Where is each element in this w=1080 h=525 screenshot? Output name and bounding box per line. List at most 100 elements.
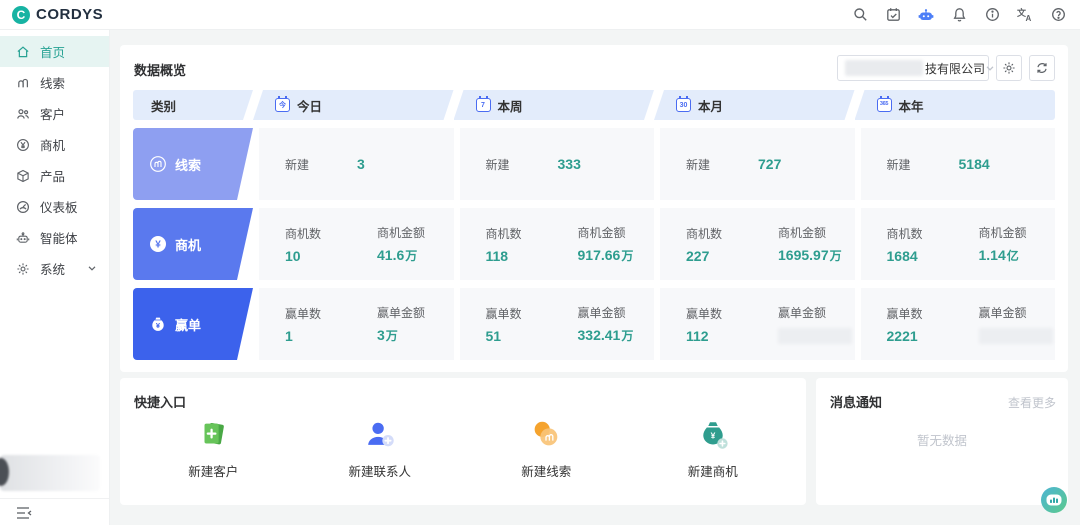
new-customer-icon [196, 418, 230, 452]
leads-row-icon [149, 155, 167, 173]
overview-controls: 技有限公司 [837, 55, 1055, 81]
svg-text:¥: ¥ [710, 430, 715, 440]
col-header-week: 7 本周 [454, 90, 655, 120]
sidebar-item-label: 商机 [40, 139, 66, 153]
svg-text:A: A [1026, 14, 1032, 22]
brand-logo-icon: C [12, 5, 30, 24]
ai-assistant-fab[interactable] [1040, 486, 1068, 514]
new-contact-icon [363, 418, 397, 452]
quick-entry-grid: 新建客户 新建联系人 新建线索 ¥ 新建商机 [130, 418, 796, 480]
sidebar-item-dashboard[interactable]: 仪表板 [0, 191, 109, 222]
company-select[interactable]: 技有限公司 [837, 55, 994, 81]
leads-icon [16, 76, 30, 90]
package-icon [16, 169, 30, 183]
redacted-value [978, 328, 1053, 345]
company-select-value: 技有限公司 [925, 61, 986, 76]
sidebar-item-label: 仪表板 [40, 201, 78, 215]
notification-bell-icon[interactable] [951, 7, 967, 23]
cell-opp-today: 商机数 10 商机金额 41.6万 [259, 208, 454, 280]
chevron-down-icon [87, 262, 97, 276]
chevron-down-icon [985, 61, 995, 76]
sidebar-item-label: 智能体 [40, 232, 78, 246]
sidebar-divider [0, 498, 109, 499]
info-icon[interactable] [984, 7, 1000, 23]
gauge-icon [16, 200, 30, 214]
cell-won-month: 赢单数 112 赢单金额 [660, 288, 855, 360]
quick-entry-label: 新建联系人 [348, 465, 411, 479]
quick-entry-card: 快捷入口 新建客户 新建联系人 新建线索 ¥ 新建商机 [120, 378, 806, 505]
notifications-card: 消息通知 查看更多 暂无数据 [816, 378, 1068, 505]
cell-leads-month: 新建 727 [660, 128, 855, 200]
sidebar-item-products[interactable]: 产品 [0, 160, 109, 191]
top-bar: C CORDYS 文A [0, 0, 1080, 30]
empty-state-text: 暂无数据 [916, 434, 967, 448]
sidebar-item-agent[interactable]: 智能体 [0, 222, 109, 253]
search-icon[interactable] [852, 7, 868, 23]
overview-title: 数据概览 [134, 63, 187, 78]
yen-circle-icon [16, 138, 30, 152]
col-header-month: 30 本月 [654, 90, 855, 120]
ai-robot-icon[interactable] [918, 7, 934, 23]
quick-new-customer[interactable]: 新建客户 [130, 418, 297, 480]
money-bag-icon: ¥ [149, 315, 167, 333]
sidebar-item-leads[interactable]: 线索 [0, 67, 109, 98]
quick-new-contact[interactable]: 新建联系人 [297, 418, 464, 480]
calendar-year-icon: 365 [876, 96, 892, 112]
calendar-schedule-icon[interactable] [885, 7, 901, 23]
quick-new-lead[interactable]: 新建线索 [463, 418, 630, 480]
sidebar-item-customers[interactable]: 客户 [0, 98, 109, 129]
cell-leads-today: 新建 3 [259, 128, 454, 200]
sidebar-item-label: 客户 [40, 108, 66, 122]
new-opportunity-icon: ¥ [696, 418, 730, 452]
topbar-icons: 文A [852, 7, 1066, 23]
redacted-company-prefix [845, 60, 923, 76]
col-header-today: 今 今日 [253, 90, 454, 120]
cell-leads-week: 新建 333 [459, 128, 654, 200]
help-icon[interactable] [1050, 7, 1066, 23]
cell-opp-week: 商机数 118 商机金额 917.66万 [459, 208, 654, 280]
sidebar-item-label: 首页 [40, 46, 66, 60]
sidebar-item-label: 产品 [40, 170, 66, 184]
brand-logo: C CORDYS [12, 5, 104, 24]
quick-entry-label: 新建商机 [687, 465, 738, 479]
quick-entry-label: 新建客户 [188, 465, 239, 479]
table-row-opportunities: ¥ 商机 商机数 10 商机金额 41.6万 商机数 118 商机金额 917.66万 … [133, 208, 1055, 280]
sidebar-item-label: 系统 [40, 263, 66, 277]
table-header-row: 类别 今 今日 7 本周 30 本月 365 本年 [133, 90, 1055, 120]
redacted-value [778, 328, 852, 345]
overview-table: 类别 今 今日 7 本周 30 本月 365 本年 线索 新建 3 新建 333… [133, 90, 1055, 360]
cell-opp-month: 商机数 227 商机金额 1695.97万 [660, 208, 855, 280]
robot-icon [16, 231, 30, 245]
quick-entry-title: 快捷入口 [134, 395, 187, 410]
notifications-title: 消息通知 [830, 395, 883, 410]
view-more-link[interactable]: 查看更多 [1008, 394, 1056, 411]
svg-text:¥: ¥ [155, 240, 161, 251]
sidebar-item-home[interactable]: 首页 [0, 36, 109, 67]
translate-icon[interactable]: 文A [1017, 7, 1033, 23]
cell-won-today: 赢单数 1 赢单金额 3万 [259, 288, 454, 360]
table-row-leads: 线索 新建 3 新建 333 新建 727 新建 5184 [133, 128, 1055, 200]
cell-leads-year: 新建 5184 [860, 128, 1055, 200]
sidebar-item-opportunities[interactable]: 商机 [0, 129, 109, 160]
settings-button[interactable] [996, 55, 1022, 81]
row-label-leads: 线索 [133, 128, 253, 200]
quick-entry-label: 新建线索 [521, 465, 572, 479]
customers-icon [16, 107, 30, 121]
sidebar-item-label: 线索 [40, 77, 66, 91]
calendar-week-icon: 7 [476, 98, 491, 112]
yen-coin-icon: ¥ [149, 235, 167, 253]
calendar-today-icon: 今 [275, 98, 290, 112]
menu-collapse-icon[interactable] [16, 506, 32, 520]
table-row-won: ¥ 赢单 赢单数 1 赢单金额 3万 赢单数 51 赢单金额 332.41万 赢单数 11… [133, 288, 1055, 360]
brand-logo-text: CORDYS [36, 6, 104, 23]
calendar-month-icon: 30 [676, 98, 691, 112]
sidebar-item-system[interactable]: 系统 [0, 253, 109, 284]
home-icon [16, 45, 30, 59]
col-header-year: 365 本年 [854, 90, 1055, 120]
row-label-opportunities: ¥ 商机 [133, 208, 253, 280]
gear-icon [16, 262, 30, 276]
refresh-button[interactable] [1029, 55, 1055, 81]
redacted-user-info [0, 455, 100, 491]
new-lead-icon [529, 418, 563, 452]
quick-new-opportunity[interactable]: ¥ 新建商机 [630, 418, 797, 480]
